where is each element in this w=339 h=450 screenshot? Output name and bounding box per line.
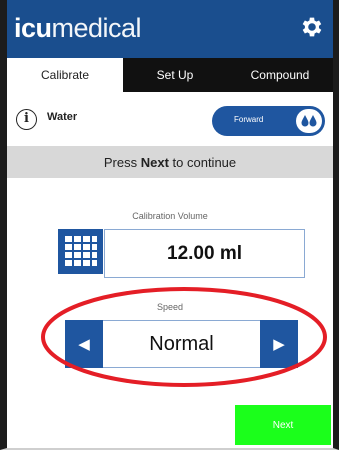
logo-bold-text: icu <box>14 13 52 43</box>
instruction-suffix: to continue <box>172 154 237 170</box>
tab-compound[interactable]: Compound <box>227 58 333 92</box>
app-header: icumedical <box>7 0 333 58</box>
tab-set-up[interactable]: Set Up <box>123 58 227 92</box>
calibration-volume-input[interactable]: 12.00 ml <box>104 229 305 278</box>
keypad-grid-icon[interactable] <box>58 229 103 274</box>
direction-label: Forward <box>234 115 264 124</box>
instruction-bar: Press Next to continue <box>7 146 333 178</box>
brand-logo: icumedical <box>14 13 142 43</box>
tab-bar: Calibrate Set Up Compound <box>7 58 333 92</box>
drops-icon <box>301 115 317 127</box>
gear-icon[interactable] <box>299 14 325 40</box>
tab-calibrate[interactable]: Calibrate <box>7 58 123 92</box>
info-icon[interactable]: i <box>16 109 37 130</box>
speed-value[interactable]: Normal <box>103 320 260 368</box>
instruction-emphasis: Next <box>140 154 169 170</box>
direction-toggle[interactable]: Forward <box>212 106 325 136</box>
logo-light-text: medical <box>51 13 142 43</box>
speed-prev-button[interactable]: ◀ <box>65 320 103 368</box>
speed-label: Speed <box>156 302 184 312</box>
device-screen: icumedical Calibrate Set Up Compound i W… <box>0 0 339 450</box>
keypad-grid-graphic <box>65 236 97 266</box>
next-button[interactable]: Next <box>235 405 331 445</box>
fluid-name: Water <box>47 111 78 123</box>
fluid-row: i Water Forward <box>7 92 333 146</box>
speed-next-button[interactable]: ▶ <box>260 320 298 368</box>
calibration-volume-label: Calibration Volume <box>132 211 208 221</box>
instruction-prefix: Press <box>103 154 138 170</box>
toggle-knob <box>296 109 322 133</box>
